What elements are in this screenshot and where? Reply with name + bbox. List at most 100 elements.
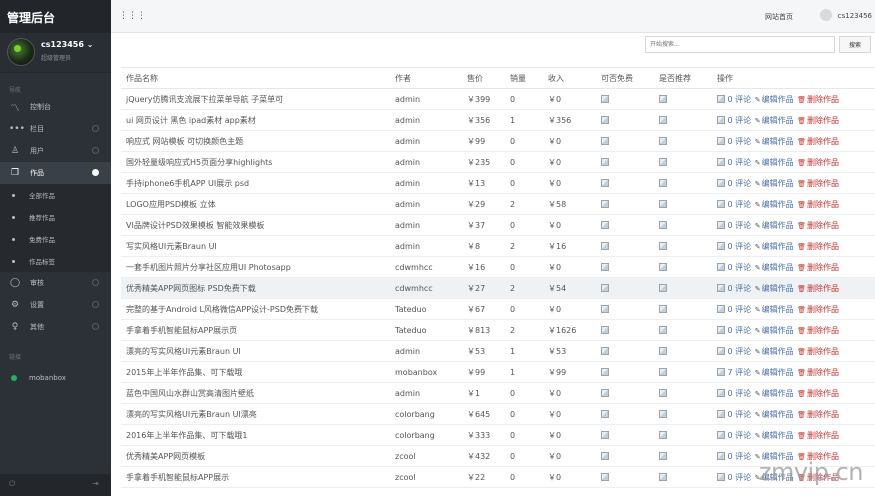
work-name-cell[interactable]: 漂亮的写实风格UI元素Braun UI漂亮 bbox=[121, 403, 390, 425]
delete-work-link[interactable]: 删除作品 bbox=[807, 347, 839, 356]
work-name-cell[interactable]: 国外轻量级响应式H5页面分享highlights bbox=[121, 151, 390, 173]
edit-work-link[interactable]: 编辑作品 bbox=[762, 221, 797, 230]
comments-link[interactable]: 0 评论 bbox=[725, 473, 754, 482]
edit-work-link[interactable]: 编辑作品 bbox=[762, 137, 797, 146]
comments-link[interactable]: 0 评论 bbox=[725, 452, 754, 461]
table-row[interactable]: 一套手机图片照片分享社区应用UI Photosapp cdwmhcc ￥16 0 ￥0 … bbox=[121, 256, 875, 278]
comments-link[interactable]: 0 评论 bbox=[725, 116, 754, 125]
delete-work-link[interactable]: 删除作品 bbox=[807, 284, 839, 293]
table-row[interactable]: 优秀精美APP网页图标 PSD免费下载 cdwmhcc ￥27 2 ￥54 0 评论 ✎… bbox=[121, 277, 875, 299]
delete-work-link[interactable]: 删除作品 bbox=[807, 221, 839, 230]
logout-icon[interactable]: ⇥ bbox=[92, 479, 99, 488]
edit-work-link[interactable]: 编辑作品 bbox=[762, 326, 797, 335]
delete-work-link[interactable]: 删除作品 bbox=[807, 431, 839, 440]
sidebar-item-main-1[interactable]: ••• 栏目 bbox=[0, 118, 111, 140]
work-name-cell[interactable]: 优秀精美APP网页图标 PSD免费下载 bbox=[121, 277, 390, 299]
edit-work-link[interactable]: 编辑作品 bbox=[762, 389, 797, 398]
edit-work-link[interactable]: 编辑作品 bbox=[762, 95, 797, 104]
top-avatar[interactable] bbox=[820, 9, 832, 21]
work-name-cell[interactable]: 2015年上半年作品集、可下载哦 bbox=[121, 361, 390, 383]
user-profile[interactable]: cs123456 ⌄ 超级管理员 bbox=[0, 33, 111, 73]
sub-nav-item[interactable]: 免费作品 bbox=[0, 228, 111, 250]
table-row[interactable]: jQuery仿腾讯支流展下拉菜单导航 子菜单可 admin ￥399 0 ￥0 0 评论… bbox=[121, 88, 875, 110]
table-row[interactable]: ui 网页设计 黑色 ipad素材 app素材 admin ￥356 1 ￥356 0 … bbox=[121, 109, 875, 131]
work-name-cell[interactable]: 写实风格UI元素Braun UI bbox=[121, 235, 390, 257]
search-input[interactable] bbox=[645, 36, 835, 53]
edit-work-link[interactable]: 编辑作品 bbox=[762, 431, 797, 440]
work-name-cell[interactable]: 优秀精美APP网页模板 bbox=[121, 445, 390, 467]
delete-work-link[interactable]: 删除作品 bbox=[807, 326, 839, 335]
delete-work-link[interactable]: 删除作品 bbox=[807, 200, 839, 209]
work-name-cell[interactable]: 一套手机图片照片分享社区应用UI Photosapp bbox=[121, 256, 390, 278]
search-button[interactable]: 搜索 bbox=[839, 36, 871, 53]
work-name-cell[interactable]: 响应式 网站模板 可切换颜色主题 bbox=[121, 130, 390, 152]
table-row[interactable]: 完整的基于Android L风格微信APP设计-PSD免费下载 Tateduo ￥6… bbox=[121, 298, 875, 320]
table-row[interactable]: VI品牌设计PSD效果模板 智能效果模板 admin ￥37 0 ￥0 0 评论 ✎编辑… bbox=[121, 214, 875, 236]
comments-link[interactable]: 0 评论 bbox=[725, 137, 754, 146]
table-row[interactable]: 2015年上半年作品集、可下载哦 mobanbox ￥99 1 ￥99 7 评论 ✎编辑… bbox=[121, 361, 875, 383]
comments-link[interactable]: 0 评论 bbox=[725, 305, 754, 314]
comments-link[interactable]: 0 评论 bbox=[725, 221, 754, 230]
delete-work-link[interactable]: 删除作品 bbox=[807, 389, 839, 398]
friend-item[interactable]: mobanbox bbox=[0, 366, 111, 390]
sidebar-item-sec-2[interactable]: ♀ 其他 bbox=[0, 316, 111, 338]
table-row[interactable]: LOGO应用PSD模板 立体 admin ￥29 2 ￥58 0 评论 ✎编辑作品 🗑删… bbox=[121, 193, 875, 215]
table-row[interactable]: 响应式 网站模板 可切换颜色主题 admin ￥99 0 ￥0 0 评论 ✎编辑作品 🗑… bbox=[121, 130, 875, 152]
work-name-cell[interactable]: ui 网页设计 黑色 ipad素材 app素材 bbox=[121, 109, 390, 131]
delete-work-link[interactable]: 删除作品 bbox=[807, 137, 839, 146]
sub-nav-item[interactable]: 推荐作品 bbox=[0, 206, 111, 228]
work-name-cell[interactable]: 蓝色中国风山水群山赏高清图片壁纸 bbox=[121, 382, 390, 404]
comments-link[interactable]: 0 评论 bbox=[725, 200, 754, 209]
work-name-cell[interactable]: 手拿着手机智能鼠标APP展示页 bbox=[121, 319, 390, 341]
work-name-cell[interactable]: LOGO应用PSD模板 立体 bbox=[121, 193, 390, 215]
comments-link[interactable]: 0 评论 bbox=[725, 410, 754, 419]
table-row[interactable]: 国外轻量级响应式H5页面分享highlights admin ￥235 0 ￥0 0 评… bbox=[121, 151, 875, 173]
delete-work-link[interactable]: 删除作品 bbox=[807, 158, 839, 167]
sidebar-item-main-3[interactable]: ❐ 作品 bbox=[0, 162, 111, 184]
comments-link[interactable]: 0 评论 bbox=[725, 431, 754, 440]
comments-link[interactable]: 7 评论 bbox=[725, 368, 754, 377]
table-row[interactable]: 漂亮的写实风格UI元素Braun UI漂亮 colorbang ￥645 0 ￥0 0 … bbox=[121, 403, 875, 425]
edit-work-link[interactable]: 编辑作品 bbox=[762, 284, 797, 293]
delete-work-link[interactable]: 删除作品 bbox=[807, 95, 839, 104]
edit-work-link[interactable]: 编辑作品 bbox=[762, 368, 797, 377]
sidebar-item-sec-0[interactable]: ◯ 审核 bbox=[0, 272, 111, 294]
table-row[interactable]: 漂亮的写实风格UI元素Braun UI admin ￥53 1 ￥53 0 评论 ✎编辑… bbox=[121, 340, 875, 362]
sub-nav-item[interactable]: 全部作品 bbox=[0, 184, 111, 206]
edit-work-link[interactable]: 编辑作品 bbox=[762, 200, 797, 209]
edit-work-link[interactable]: 编辑作品 bbox=[762, 116, 797, 125]
grid-menu-icon[interactable]: ⋮⋮⋮ bbox=[119, 11, 146, 21]
edit-work-link[interactable]: 编辑作品 bbox=[762, 347, 797, 356]
edit-work-link[interactable]: 编辑作品 bbox=[762, 179, 797, 188]
power-icon[interactable]: ⏻ bbox=[9, 479, 15, 489]
work-name-cell[interactable]: 手拿着手机智能鼠标APP展示 bbox=[121, 466, 390, 488]
comments-link[interactable]: 0 评论 bbox=[725, 284, 754, 293]
comments-link[interactable]: 0 评论 bbox=[725, 263, 754, 272]
site-home-link[interactable]: 网站首页 bbox=[765, 12, 793, 22]
edit-work-link[interactable]: 编辑作品 bbox=[762, 263, 797, 272]
work-name-cell[interactable]: 漂亮的写实风格UI元素Braun UI bbox=[121, 340, 390, 362]
edit-work-link[interactable]: 编辑作品 bbox=[762, 158, 797, 167]
comments-link[interactable]: 0 评论 bbox=[725, 95, 754, 104]
delete-work-link[interactable]: 删除作品 bbox=[807, 179, 839, 188]
work-name-cell[interactable]: jQuery仿腾讯支流展下拉菜单导航 子菜单可 bbox=[121, 88, 390, 110]
delete-work-link[interactable]: 删除作品 bbox=[807, 410, 839, 419]
comments-link[interactable]: 0 评论 bbox=[725, 242, 754, 251]
comments-link[interactable]: 0 评论 bbox=[725, 347, 754, 356]
work-name-cell[interactable]: 手持iphone6手机APP UI展示 psd bbox=[121, 172, 390, 194]
comments-link[interactable]: 0 评论 bbox=[725, 158, 754, 167]
work-name-cell[interactable]: 完整的基于Android L风格微信APP设计-PSD免费下载 bbox=[121, 298, 390, 320]
table-row[interactable]: 写实风格UI元素Braun UI admin ￥8 2 ￥16 0 评论 ✎编辑作品 🗑… bbox=[121, 235, 875, 257]
table-row[interactable]: 蓝色中国风山水群山赏高清图片壁纸 admin ￥1 0 ￥0 0 评论 ✎编辑作品 🗑删… bbox=[121, 382, 875, 404]
sidebar-item-main-0[interactable]: 〽 控制台 bbox=[0, 96, 111, 118]
delete-work-link[interactable]: 删除作品 bbox=[807, 116, 839, 125]
edit-work-link[interactable]: 编辑作品 bbox=[762, 410, 797, 419]
table-row[interactable]: 2016年上半年作品集、可下载哦1 colorbang ￥333 0 ￥0 0 评论 ✎… bbox=[121, 424, 875, 446]
sidebar-item-main-2[interactable]: ♙ 用户 bbox=[0, 140, 111, 162]
comments-link[interactable]: 0 评论 bbox=[725, 389, 754, 398]
top-username[interactable]: cs123456 bbox=[838, 12, 872, 20]
work-name-cell[interactable]: VI品牌设计PSD效果模板 智能效果模板 bbox=[121, 214, 390, 236]
delete-work-link[interactable]: 删除作品 bbox=[807, 368, 839, 377]
table-row[interactable]: 手拿着手机智能鼠标APP展示页 Tateduo ￥813 2 ￥1626 0 评论 ✎编… bbox=[121, 319, 875, 341]
comments-link[interactable]: 0 评论 bbox=[725, 326, 754, 335]
